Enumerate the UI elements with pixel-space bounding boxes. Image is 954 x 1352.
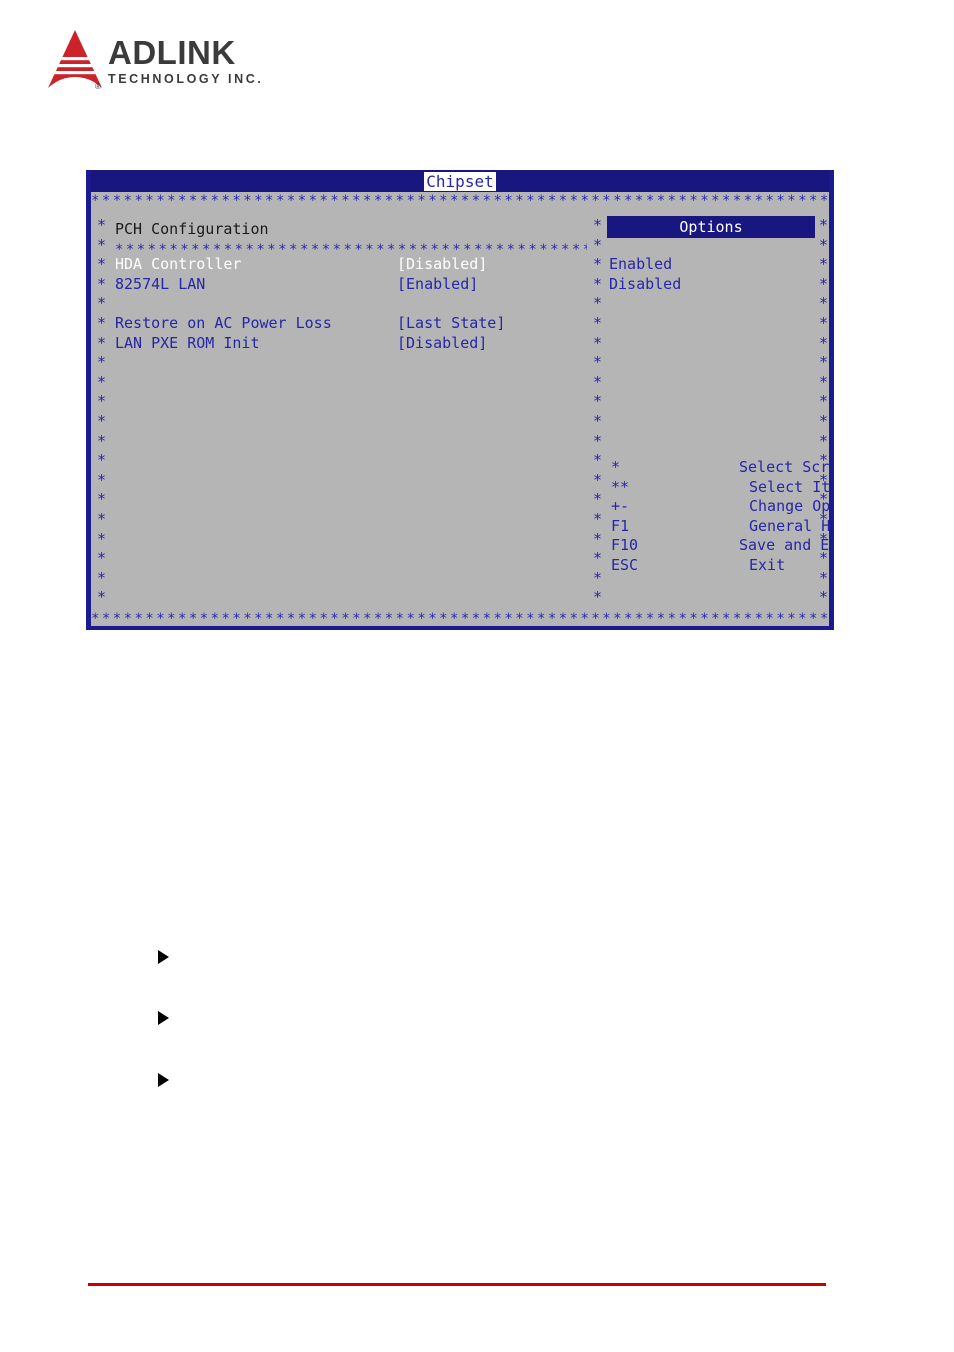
help-key: * bbox=[611, 458, 621, 476]
bios-menu-title: Chipset bbox=[424, 171, 496, 191]
gutter-star: * bbox=[819, 235, 829, 254]
bios-title-chip: Chipset bbox=[91, 170, 829, 192]
gutter-star: * bbox=[593, 392, 603, 411]
gutter-star: * bbox=[593, 216, 603, 234]
help-key: ** bbox=[611, 477, 630, 496]
bios-setup-screen: Chipset ********************************… bbox=[86, 170, 834, 630]
triangle-bullet-icon bbox=[158, 1011, 169, 1025]
help-key: F10 bbox=[611, 536, 639, 555]
gutter-star: * bbox=[593, 470, 603, 489]
gutter-star: * bbox=[593, 568, 603, 587]
options-panel-header: Options bbox=[607, 216, 815, 238]
gutter-star: * bbox=[593, 412, 603, 430]
gutter-star: * bbox=[97, 510, 107, 528]
adlink-logo: ® ADLINK TECHNOLOGY INC. bbox=[46, 28, 306, 98]
gutter-star: * bbox=[97, 333, 107, 352]
gutter-star: * bbox=[819, 333, 829, 352]
list-item bbox=[158, 1008, 858, 1028]
adlink-wordmark: ADLINK TECHNOLOGY INC. bbox=[108, 36, 298, 92]
help-key: ESC bbox=[611, 556, 639, 574]
gutter-star: * bbox=[819, 255, 829, 274]
setting-value[interactable]: [Disabled] bbox=[397, 334, 487, 352]
gutter-star: * bbox=[97, 392, 107, 411]
gutter-star: * bbox=[593, 255, 603, 274]
options-panel-title: Options bbox=[679, 218, 743, 236]
registered-trademark-mark: ® bbox=[95, 82, 101, 91]
gutter-star: * bbox=[593, 549, 603, 568]
gutter-star: * bbox=[819, 294, 829, 313]
triangle-bullet-icon bbox=[158, 950, 169, 964]
help-key: F1 bbox=[611, 516, 630, 535]
list-item bbox=[158, 947, 858, 967]
gutter-star: * bbox=[97, 353, 107, 372]
gutter-star: * bbox=[97, 568, 107, 587]
gutter-star: * bbox=[97, 255, 107, 274]
gutter-star: * bbox=[593, 372, 603, 391]
gutter-star: * bbox=[593, 235, 603, 254]
gutter-star: * bbox=[593, 451, 603, 470]
gutter-star: * bbox=[97, 529, 107, 548]
gutter-star: * bbox=[593, 274, 603, 293]
gutter-star: * bbox=[97, 314, 107, 332]
gutter-star: * bbox=[819, 314, 829, 332]
help-key: +- bbox=[611, 497, 630, 516]
gutter-star: * bbox=[97, 294, 107, 313]
gutter-star: * bbox=[593, 333, 603, 352]
gutter-star: * bbox=[593, 529, 603, 548]
gutter-star: * bbox=[97, 216, 107, 234]
gutter-star: * bbox=[97, 431, 107, 450]
option-item[interactable]: Disabled bbox=[609, 275, 681, 293]
help-description: Change Option bbox=[749, 497, 831, 516]
gutter-star: * bbox=[819, 274, 829, 293]
setting-label[interactable]: 82574L LAN bbox=[115, 275, 205, 293]
gutter-star: * bbox=[97, 372, 107, 391]
gutter-star: * bbox=[819, 431, 829, 450]
triangle-bullet-icon bbox=[158, 1073, 169, 1087]
gutter-star: * bbox=[819, 588, 829, 607]
gutter-star: * bbox=[97, 412, 107, 430]
gutter-star: * bbox=[97, 451, 107, 470]
footer-divider bbox=[88, 1283, 826, 1286]
gutter-star: * bbox=[593, 294, 603, 313]
gutter-star: * bbox=[593, 588, 603, 607]
setting-label[interactable]: HDA Controller bbox=[115, 255, 241, 273]
option-item[interactable]: Enabled bbox=[609, 255, 672, 273]
gutter-star: * bbox=[97, 274, 107, 293]
help-description: Save and Exit bbox=[739, 536, 830, 555]
gutter-star: * bbox=[819, 568, 829, 587]
pch-configuration-section-title: PCH Configuration bbox=[115, 220, 269, 238]
bios-border-bottom: ****************************************… bbox=[91, 612, 829, 626]
help-description: Select Screen bbox=[739, 458, 830, 476]
list-item bbox=[158, 1070, 858, 1090]
gutter-star: * bbox=[593, 490, 603, 509]
brand-name: ADLINK bbox=[108, 34, 236, 71]
setting-label[interactable]: LAN PXE ROM Init bbox=[115, 334, 260, 352]
gutter-star: * bbox=[97, 470, 107, 489]
help-description: Select Item bbox=[749, 477, 831, 496]
gutter-star: * bbox=[97, 490, 107, 509]
gutter-star: * bbox=[97, 588, 107, 607]
setting-label[interactable]: Restore on AC Power Loss bbox=[115, 314, 332, 332]
gutter-star: * bbox=[819, 372, 829, 391]
help-description: General Help bbox=[749, 516, 831, 535]
help-description: Exit bbox=[749, 556, 786, 574]
gutter-star: * bbox=[819, 412, 829, 430]
gutter-star: * bbox=[593, 510, 603, 528]
gutter-star: * bbox=[97, 549, 107, 568]
gutter-star: * bbox=[593, 314, 603, 332]
gutter-star: * bbox=[819, 216, 829, 234]
gutter-star: * bbox=[819, 353, 829, 372]
gutter-star: * bbox=[97, 235, 107, 254]
setting-value[interactable]: [Disabled] bbox=[397, 255, 487, 273]
bios-border-top: ****************************************… bbox=[91, 194, 829, 208]
gutter-star: * bbox=[593, 431, 603, 450]
setting-value[interactable]: [Last State] bbox=[397, 314, 505, 332]
brand-tagline: TECHNOLOGY INC. bbox=[108, 72, 264, 86]
gutter-star: * bbox=[593, 353, 603, 372]
setting-value[interactable]: [Enabled] bbox=[397, 275, 478, 293]
gutter-star: * bbox=[819, 392, 829, 411]
